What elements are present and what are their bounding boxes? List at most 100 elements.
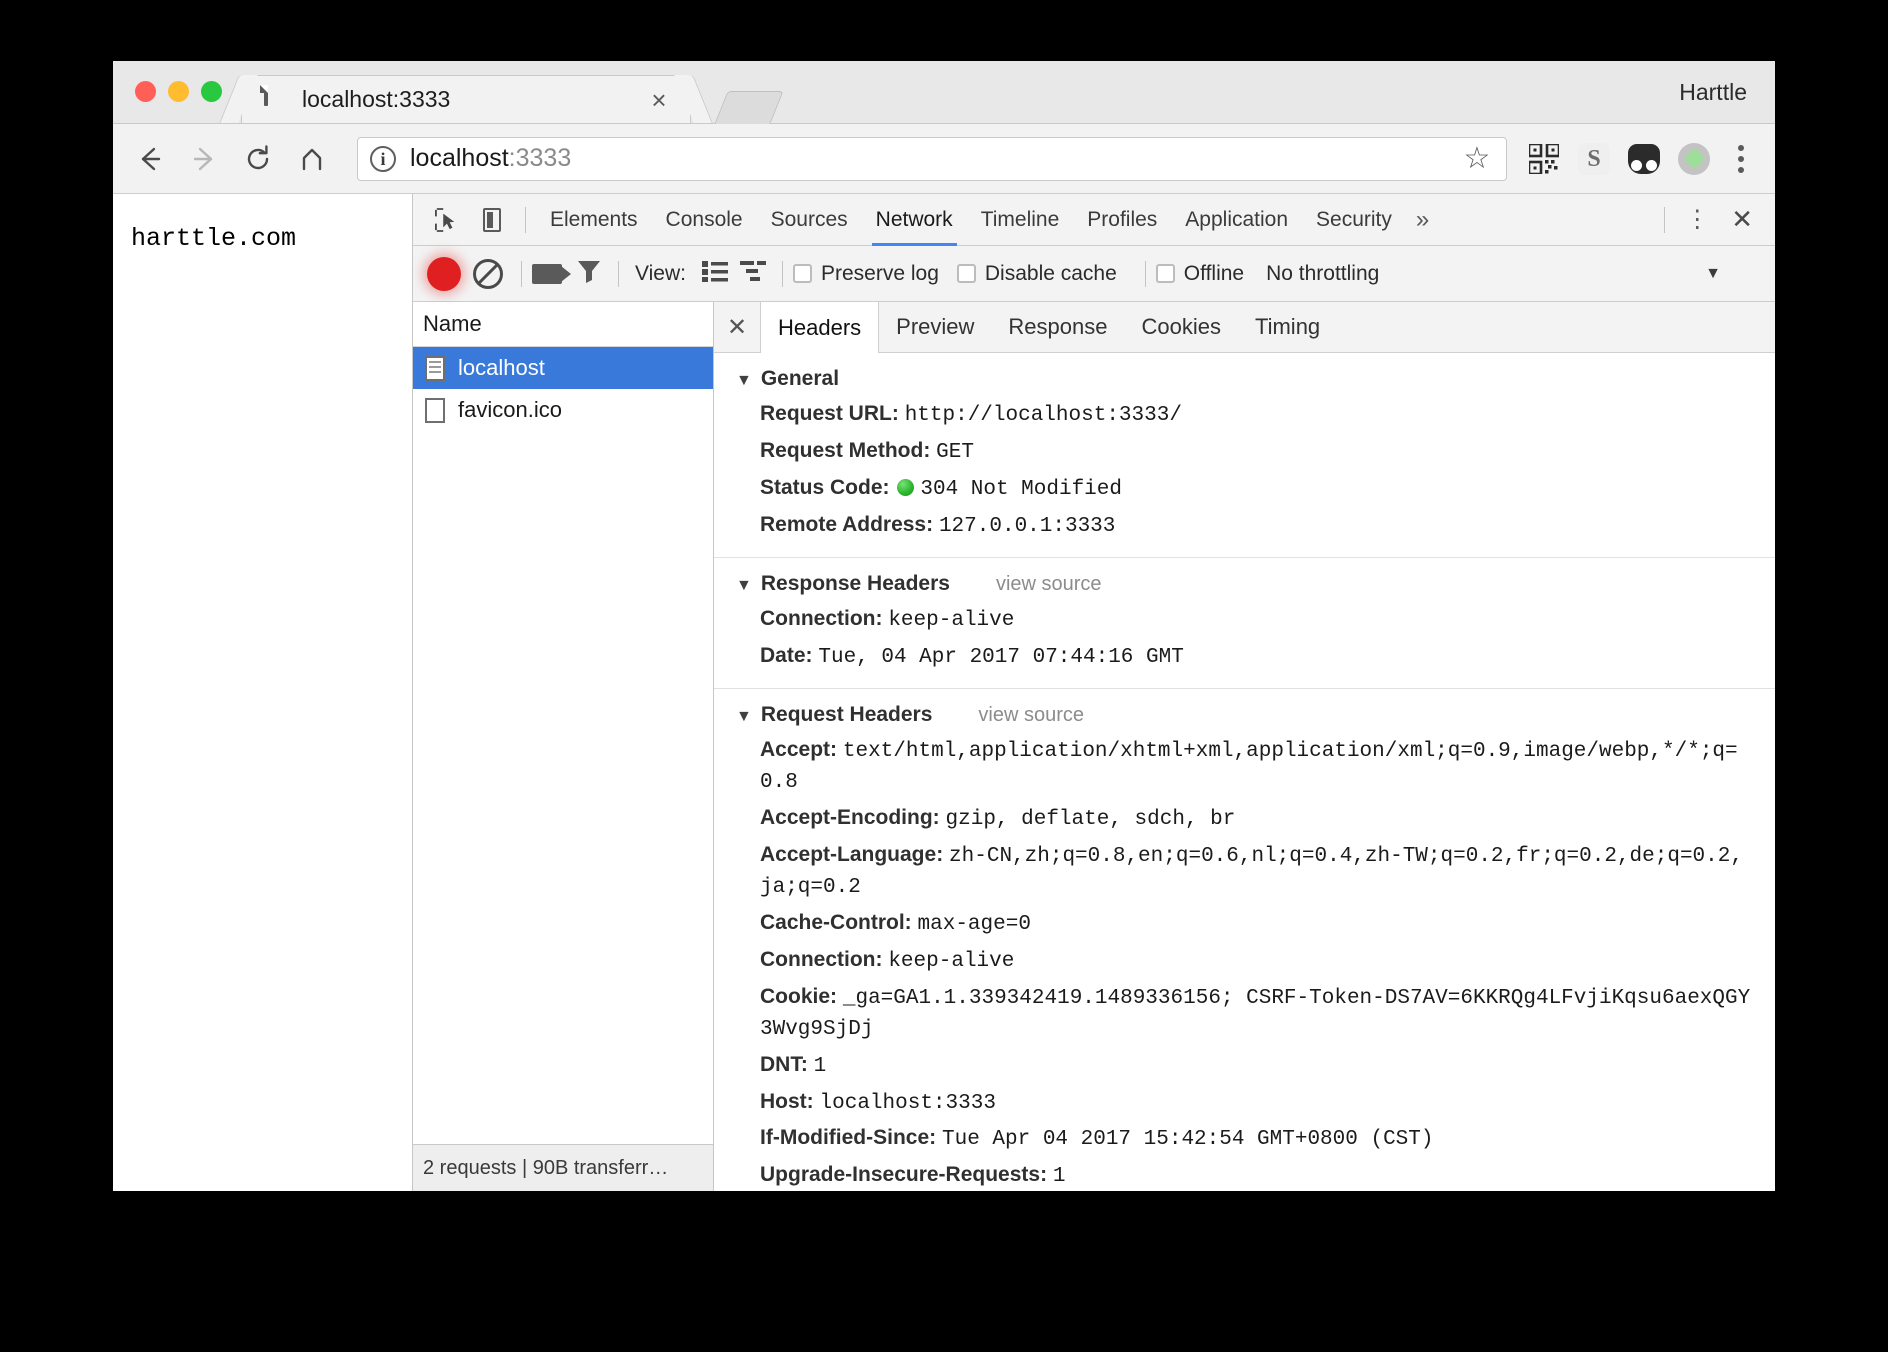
close-icon[interactable]: × (642, 83, 676, 117)
header-row: DNT: 1 (714, 1048, 1775, 1085)
window-traffic-lights (135, 81, 222, 102)
section-response-headers: ▼ Response Headers view source Connectio… (714, 558, 1775, 689)
disclosure-triangle-icon[interactable]: ▼ (736, 372, 752, 390)
checkbox-box[interactable] (957, 264, 976, 283)
header-key: Upgrade-Insecure-Requests: (760, 1163, 1047, 1186)
browser-tab[interactable]: localhost:3333 × (241, 75, 691, 123)
filter-icon[interactable] (576, 258, 608, 289)
section-header[interactable]: ▼ General (714, 361, 1775, 397)
header-row: Request Method: GET (714, 434, 1775, 471)
header-value: text/html,application/xhtml+xml,applicat… (760, 740, 1738, 794)
zoom-window-button[interactable] (201, 81, 222, 102)
status-ok-icon (897, 479, 914, 496)
throttling-select[interactable]: No throttling (1266, 262, 1379, 286)
bookmark-star-icon[interactable]: ☆ (1460, 142, 1494, 176)
tab-elements[interactable]: Elements (536, 194, 652, 246)
checkbox-box[interactable] (1156, 264, 1175, 283)
device-toolbar-icon[interactable] (472, 200, 512, 240)
tab-cookies[interactable]: Cookies (1124, 302, 1237, 352)
request-name: localhost (458, 355, 545, 381)
header-key: Accept-Language: (760, 843, 943, 866)
close-window-button[interactable] (135, 81, 156, 102)
header-value: max-age=0 (918, 913, 1031, 936)
tab-timeline[interactable]: Timeline (967, 194, 1074, 246)
request-list: Name localhost favicon.ico 2 requests | … (413, 302, 714, 1191)
request-name: favicon.ico (458, 397, 562, 423)
offline-label: Offline (1184, 262, 1244, 286)
view-source-link[interactable]: view source (996, 573, 1102, 596)
minimize-window-button[interactable] (168, 81, 189, 102)
section-header[interactable]: ▼ Request Headers view source (714, 697, 1775, 733)
green-circle-icon[interactable] (1671, 136, 1717, 182)
tab-application[interactable]: Application (1171, 194, 1302, 246)
record-button[interactable] (427, 257, 461, 291)
column-header-name[interactable]: Name (413, 302, 713, 347)
devtools-close-icon[interactable]: ✕ (1719, 204, 1765, 235)
header-value: localhost:3333 (820, 1092, 996, 1115)
disable-cache-checkbox[interactable]: Disable cache (957, 262, 1117, 286)
tab-response[interactable]: Response (991, 302, 1124, 352)
section-title: Response Headers (761, 572, 950, 596)
disclosure-triangle-icon[interactable]: ▼ (736, 577, 752, 595)
tab-sources[interactable]: Sources (757, 194, 862, 246)
list-view-icon[interactable] (696, 260, 734, 287)
header-key: DNT: (760, 1053, 808, 1076)
header-key: Accept-Encoding: (760, 806, 940, 829)
profile-name[interactable]: Harttle (1679, 61, 1747, 123)
clear-button[interactable] (473, 259, 503, 289)
view-source-link[interactable]: view source (978, 704, 1084, 727)
address-bar-text: localhost:3333 (410, 144, 1460, 173)
capture-screenshots-icon[interactable] (532, 264, 562, 284)
tab-profiles[interactable]: Profiles (1073, 194, 1171, 246)
tree-view-icon[interactable] (734, 260, 772, 287)
tab-timing[interactable]: Timing (1238, 302, 1337, 352)
section-header[interactable]: ▼ Response Headers view source (714, 566, 1775, 602)
devtools-menu-icon[interactable]: ⋮ (1675, 205, 1719, 234)
preserve-log-label: Preserve log (821, 262, 939, 286)
header-row: Date: Tue, 04 Apr 2017 07:44:16 GMT (714, 639, 1775, 676)
net-divider-1 (521, 261, 522, 287)
pocket-icon[interactable] (1621, 136, 1667, 182)
tab-preview[interactable]: Preview (879, 302, 991, 352)
section-request-headers: ▼ Request Headers view source Accept: te… (714, 689, 1775, 1191)
s-badge-icon[interactable]: S (1571, 136, 1617, 182)
network-status-bar: 2 requests | 90B transferr… (413, 1144, 713, 1191)
blank-file-icon (425, 398, 445, 423)
tab-network[interactable]: Network (862, 194, 967, 246)
disclosure-triangle-icon[interactable]: ▼ (736, 708, 752, 726)
qr-code-icon[interactable] (1521, 136, 1567, 182)
header-value: http://localhost:3333/ (905, 404, 1182, 427)
back-icon[interactable] (127, 136, 173, 182)
header-value: keep-alive (888, 950, 1014, 973)
request-detail: ✕ Headers Preview Response Cookies Timin… (714, 302, 1775, 1191)
checkbox-box[interactable] (793, 264, 812, 283)
tab-security[interactable]: Security (1302, 194, 1406, 246)
window-body: harttle.com Elements Console Sources Net… (113, 194, 1775, 1191)
address-bar[interactable]: i localhost:3333 ☆ (357, 137, 1507, 181)
preserve-log-checkbox[interactable]: Preserve log (793, 262, 939, 286)
new-tab-button[interactable] (714, 91, 783, 124)
home-icon[interactable] (289, 136, 335, 182)
cursor-inspect-icon[interactable] (426, 200, 466, 240)
header-value: 1 (1053, 1165, 1066, 1188)
browser-menu-icon[interactable] (1721, 136, 1761, 182)
header-value: keep-alive (888, 609, 1014, 632)
address-host: localhost (410, 144, 509, 172)
list-item[interactable]: localhost (413, 347, 713, 389)
forward-icon[interactable] (181, 136, 227, 182)
browser-toolbar: i localhost:3333 ☆ S (113, 124, 1775, 194)
devtools-panel: Elements Console Sources Network Timelin… (413, 194, 1775, 1191)
header-value: 127.0.0.1:3333 (939, 515, 1115, 538)
reload-icon[interactable] (235, 136, 281, 182)
offline-checkbox[interactable]: Offline (1156, 262, 1244, 286)
chevron-down-icon[interactable]: ▼ (1705, 265, 1721, 283)
header-key: Accept: (760, 738, 837, 761)
close-detail-icon[interactable]: ✕ (714, 302, 760, 352)
tab-console[interactable]: Console (652, 194, 757, 246)
tab-headers[interactable]: Headers (760, 302, 879, 353)
site-info-icon[interactable]: i (370, 146, 396, 172)
toolbar-divider-right (1664, 207, 1665, 233)
list-item[interactable]: favicon.ico (413, 389, 713, 431)
header-row: Status Code: 304 Not Modified (714, 471, 1775, 508)
more-tabs-icon[interactable]: » (1406, 206, 1439, 234)
